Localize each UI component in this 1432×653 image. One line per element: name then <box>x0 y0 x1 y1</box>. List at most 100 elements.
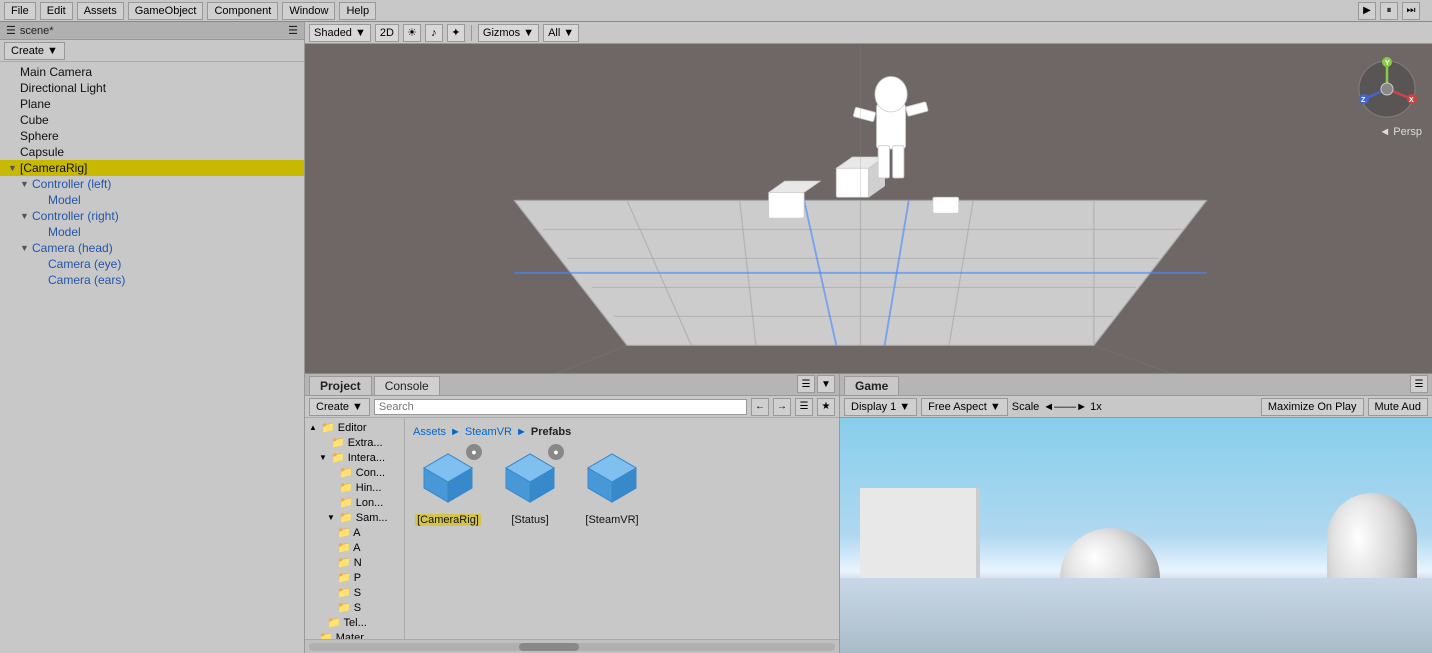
game-menu-icon[interactable]: ☰ <box>1410 375 1428 393</box>
maximize-on-play-button[interactable]: Maximize On Play <box>1261 398 1364 416</box>
window-menu[interactable]: Window <box>282 2 335 20</box>
hier-item-camera-rig[interactable]: ▼ [CameraRig] <box>0 160 304 176</box>
svg-text:Y: Y <box>1385 60 1390 67</box>
search-forward-icon[interactable]: → <box>773 398 791 416</box>
hier-item-directional-light[interactable]: Directional Light <box>0 80 304 96</box>
all-dropdown[interactable]: All ▼ <box>543 24 579 42</box>
search-back-icon[interactable]: ← <box>751 398 769 416</box>
tree-item-hin[interactable]: 📁 Hin... <box>305 480 404 495</box>
project-content: ▲ 📁 Editor 📁 Extra... ▼ 📁 Intera... <box>305 418 839 639</box>
scene-3d-canvas[interactable]: Y X Z ◄ Persp <box>305 44 1432 373</box>
asset-badge-status: ● <box>548 444 564 460</box>
game-tabs: Game ☰ <box>840 374 1432 396</box>
hier-item-sphere[interactable]: Sphere <box>0 128 304 144</box>
hier-item-camera-ears[interactable]: Camera (ears) <box>0 272 304 288</box>
hierarchy-title: scene* <box>20 25 54 37</box>
file-menu[interactable]: File <box>4 2 36 20</box>
project-lock-icon[interactable]: ☰ <box>797 375 815 393</box>
hier-item-model-right[interactable]: Model <box>0 224 304 240</box>
scene-view-outer: Shaded ▼ 2D ☀ ♪ ✦ Gizmos ▼ All ▼ <box>305 22 1432 373</box>
scene-effect-icon[interactable]: ✦ <box>447 24 465 42</box>
tree-item-interactables[interactable]: ▼ 📁 Intera... <box>305 450 404 465</box>
scrollbar-thumb[interactable] <box>519 643 579 651</box>
hier-item-model-left[interactable]: Model <box>0 192 304 208</box>
asset-status[interactable]: ● [Status] <box>495 446 565 526</box>
asset-camera-rig[interactable]: ● [CameraRig] <box>413 446 483 526</box>
aspect-dropdown[interactable]: Free Aspect ▼ <box>921 398 1008 416</box>
hier-item-controller-right[interactable]: ▼ Controller (right) <box>0 208 304 224</box>
tab-game[interactable]: Game <box>844 376 899 395</box>
tree-item-lon[interactable]: 📁 Lon... <box>305 495 404 510</box>
star-icon[interactable]: ★ <box>817 398 835 416</box>
scene-gizmo[interactable]: Y X Z <box>1352 54 1422 124</box>
tab-project[interactable]: Project <box>309 376 372 395</box>
pause-button[interactable]: ⏸ <box>1380 2 1398 20</box>
hier-item-camera-eye[interactable]: Camera (eye) <box>0 256 304 272</box>
tab-console[interactable]: Console <box>374 376 440 395</box>
edit-menu[interactable]: Edit <box>40 2 73 20</box>
step-button[interactable]: ⏭ <box>1402 2 1420 20</box>
tree-item-sub-p[interactable]: 📁 P <box>305 570 404 585</box>
game-ground-plane <box>840 578 1432 653</box>
game-toolbar: Display 1 ▼ Free Aspect ▼ Scale ◄——► 1x … <box>840 396 1432 418</box>
play-button[interactable]: ▶ <box>1358 2 1376 20</box>
hierarchy-panel: ☰ scene* ☰ Create ▼ Main Camera Directio… <box>0 22 305 653</box>
persp-label: ◄ Persp <box>1379 126 1422 138</box>
breadcrumb-assets[interactable]: Assets <box>413 426 446 438</box>
tree-item-tel[interactable]: 📁 Tel... <box>305 615 404 630</box>
hier-item-camera-head[interactable]: ▼ Camera (head) <box>0 240 304 256</box>
project-create-button[interactable]: Create ▼ <box>309 398 370 416</box>
hierarchy-icon: ☰ <box>6 24 16 37</box>
tree-item-sub-s1[interactable]: 📁 S <box>305 585 404 600</box>
hier-item-cube[interactable]: Cube <box>0 112 304 128</box>
unity-top-toolbar: File Edit Assets GameObject Component Wi… <box>0 0 1432 22</box>
asset-label-camera-rig: [CameraRig] <box>415 514 481 526</box>
tree-item-sub-a2[interactable]: 📁 A <box>305 540 404 555</box>
project-scrollbar[interactable] <box>305 639 839 653</box>
2d-button[interactable]: 2D <box>375 24 399 42</box>
breadcrumb-steamvr[interactable]: SteamVR <box>465 426 512 438</box>
gizmo-svg: Y X Z <box>1352 54 1422 124</box>
tree-item-sub-a1[interactable]: 📁 A <box>305 525 404 540</box>
hier-item-main-camera[interactable]: Main Camera <box>0 64 304 80</box>
hierarchy-menu-icon[interactable]: ☰ <box>288 24 298 37</box>
component-menu[interactable]: Component <box>207 2 278 20</box>
svg-text:Z: Z <box>1361 97 1366 104</box>
hierarchy-create-button[interactable]: Create ▼ <box>4 42 65 60</box>
game-panel: Game ☰ Display 1 ▼ Free Aspect ▼ Scale <box>840 374 1432 653</box>
project-search-input[interactable] <box>374 399 747 415</box>
tree-item-materials[interactable]: 📁 Mater... <box>305 630 404 639</box>
game-canvas <box>840 418 1432 653</box>
tree-item-con[interactable]: 📁 Con... <box>305 465 404 480</box>
scene-audio-icon[interactable]: ♪ <box>425 24 443 42</box>
tree-item-sub-s2[interactable]: 📁 S <box>305 600 404 615</box>
tree-item-editor[interactable]: ▲ 📁 Editor <box>305 420 404 435</box>
filter-icon[interactable]: ☰ <box>795 398 813 416</box>
scrollbar-track[interactable] <box>309 643 835 651</box>
hier-item-controller-left[interactable]: ▼ Controller (left) <box>0 176 304 192</box>
gizmos-dropdown[interactable]: Gizmos ▼ <box>478 24 539 42</box>
assets-menu[interactable]: Assets <box>77 2 124 20</box>
breadcrumb-prefabs: Prefabs <box>531 426 571 438</box>
hierarchy-content: Main Camera Directional Light Plane Cube… <box>0 62 304 653</box>
mute-audio-button[interactable]: Mute Aud <box>1368 398 1428 416</box>
hier-item-capsule[interactable]: Capsule <box>0 144 304 160</box>
asset-label-status: [Status] <box>511 514 548 526</box>
asset-steamvr[interactable]: [SteamVR] <box>577 446 647 526</box>
shaded-dropdown[interactable]: Shaded ▼ <box>309 24 371 42</box>
project-menu-icon[interactable]: ▼ <box>817 375 835 393</box>
tree-item-sub-n[interactable]: 📁 N <box>305 555 404 570</box>
tree-item-sam[interactable]: ▼ 📁 Sam... <box>305 510 404 525</box>
hier-item-plane[interactable]: Plane <box>0 96 304 112</box>
project-tree: ▲ 📁 Editor 📁 Extra... ▼ 📁 Intera... <box>305 418 405 639</box>
right-area: Shaded ▼ 2D ☀ ♪ ✦ Gizmos ▼ All ▼ <box>305 22 1432 653</box>
help-menu[interactable]: Help <box>339 2 376 20</box>
scene-light-icon[interactable]: ☀ <box>403 24 421 42</box>
tree-item-extras[interactable]: 📁 Extra... <box>305 435 404 450</box>
hierarchy-toolbar: Create ▼ <box>0 40 304 62</box>
gameobject-menu[interactable]: GameObject <box>128 2 204 20</box>
display-dropdown[interactable]: Display 1 ▼ <box>844 398 917 416</box>
assets-grid: ● [CameraRig] <box>413 446 831 526</box>
asset-badge-camera-rig: ● <box>466 444 482 460</box>
scene-toolbar: Shaded ▼ 2D ☀ ♪ ✦ Gizmos ▼ All ▼ <box>305 22 1432 44</box>
